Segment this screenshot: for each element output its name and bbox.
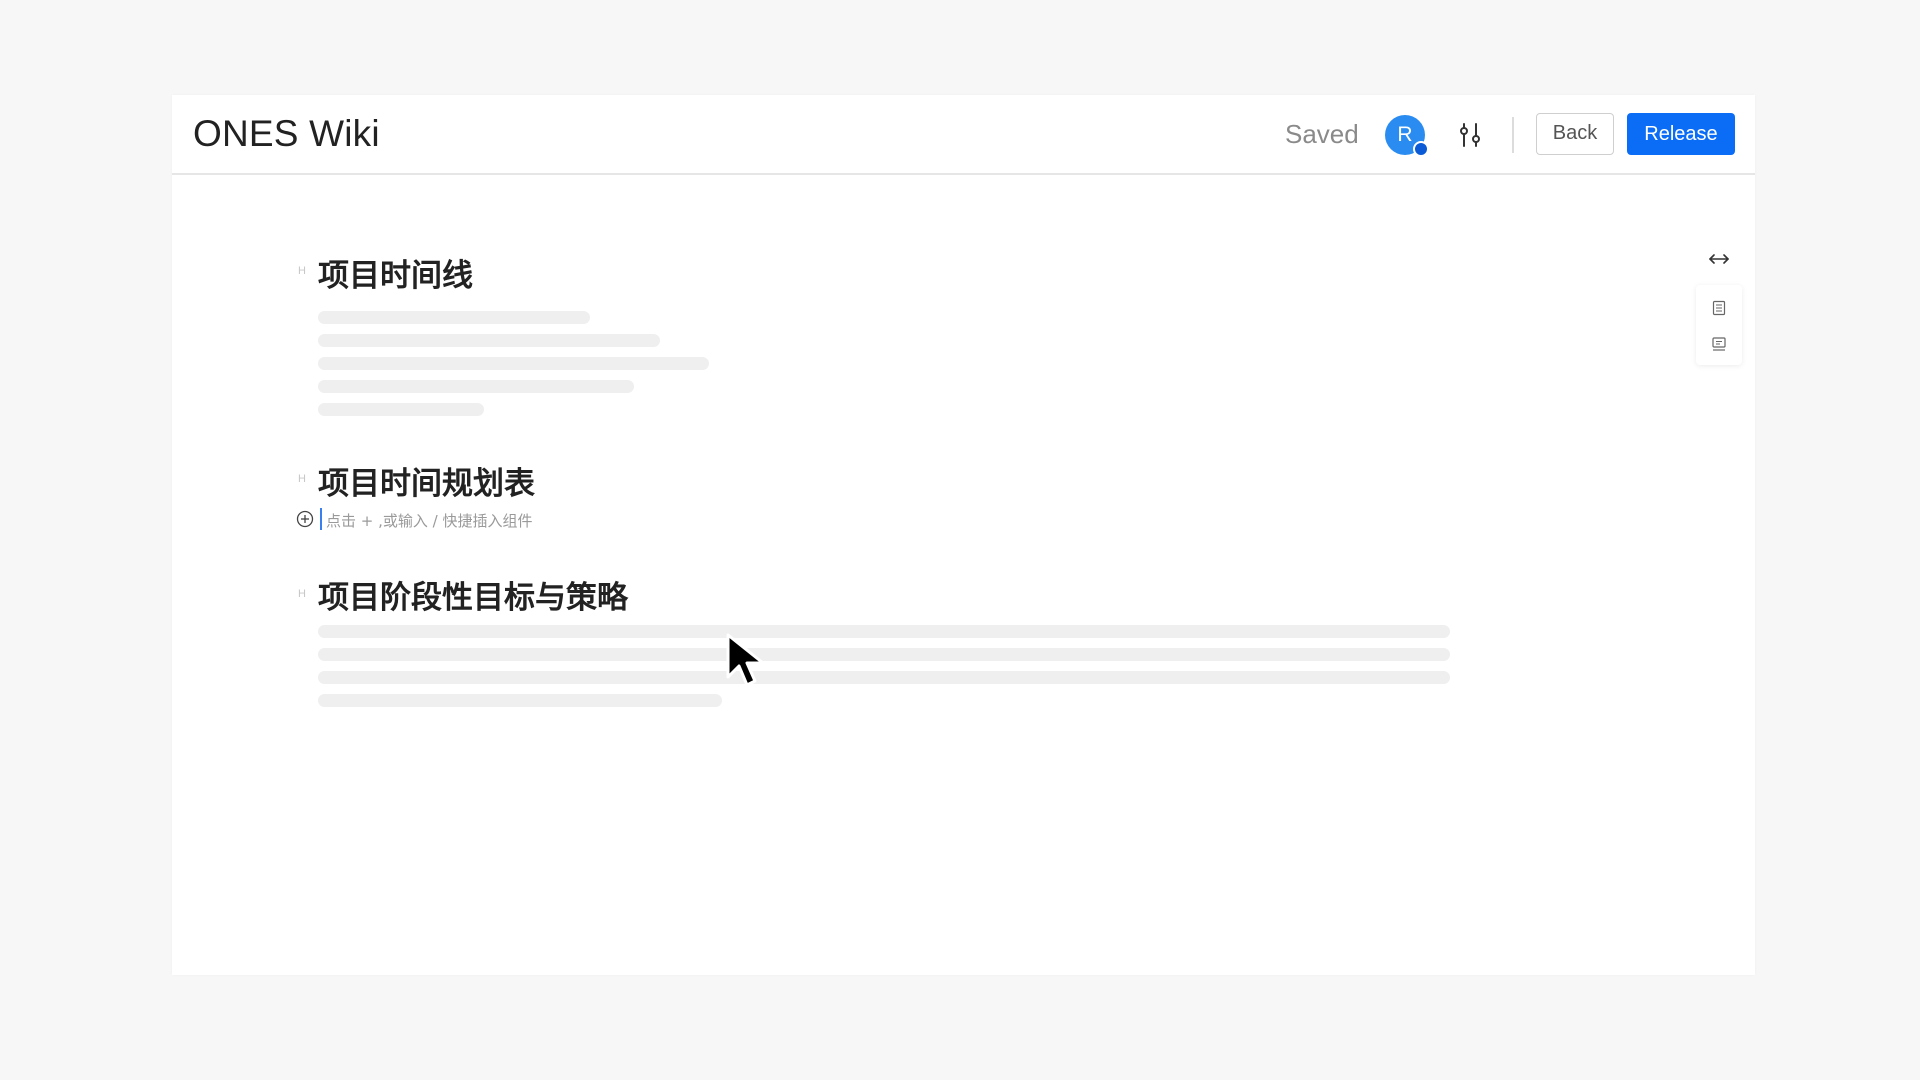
- wiki-editor-card: ONES Wiki Saved R Back Release H 项目时间线 H…: [172, 95, 1755, 975]
- back-button[interactable]: Back: [1536, 113, 1614, 155]
- header-divider: [1512, 117, 1514, 153]
- avatar-initial: R: [1397, 123, 1413, 146]
- skeleton-line: [318, 311, 590, 324]
- plus-circle-icon[interactable]: [296, 510, 314, 528]
- section-heading-schedule[interactable]: 项目时间规划表: [318, 458, 535, 503]
- section-heading-goals[interactable]: 项目阶段性目标与策略: [318, 572, 628, 617]
- heading-marker: H: [298, 588, 306, 600]
- skeleton-line: [318, 694, 722, 707]
- insert-component-placeholder[interactable]: 点击 + ,或输入 / 快捷插入组件: [326, 510, 532, 531]
- comment-icon[interactable]: [1711, 336, 1727, 352]
- release-button[interactable]: Release: [1627, 113, 1735, 155]
- heading-marker: H: [298, 473, 306, 485]
- skeleton-line: [318, 380, 634, 393]
- skeleton-line: [318, 403, 484, 416]
- side-toolbar: [1696, 285, 1742, 365]
- save-status: Saved: [1285, 119, 1359, 149]
- editor-header: ONES Wiki Saved R Back Release: [172, 95, 1755, 175]
- section-heading-timeline[interactable]: 项目时间线: [318, 250, 473, 295]
- avatar[interactable]: R: [1385, 115, 1429, 157]
- app-title: ONES Wiki: [193, 113, 380, 154]
- mouse-pointer-icon: [726, 633, 765, 687]
- skeleton-line: [318, 334, 660, 347]
- heading-marker: H: [298, 265, 306, 277]
- expand-width-icon[interactable]: [1707, 252, 1731, 266]
- sliders-icon[interactable]: [1456, 121, 1484, 149]
- skeleton-line: [318, 648, 1450, 661]
- online-status-dot: [1413, 141, 1429, 157]
- text-caret: [320, 508, 322, 530]
- skeleton-line: [318, 357, 709, 370]
- document-outline-icon[interactable]: [1711, 300, 1727, 316]
- skeleton-line: [318, 625, 1450, 638]
- skeleton-line: [318, 671, 1450, 684]
